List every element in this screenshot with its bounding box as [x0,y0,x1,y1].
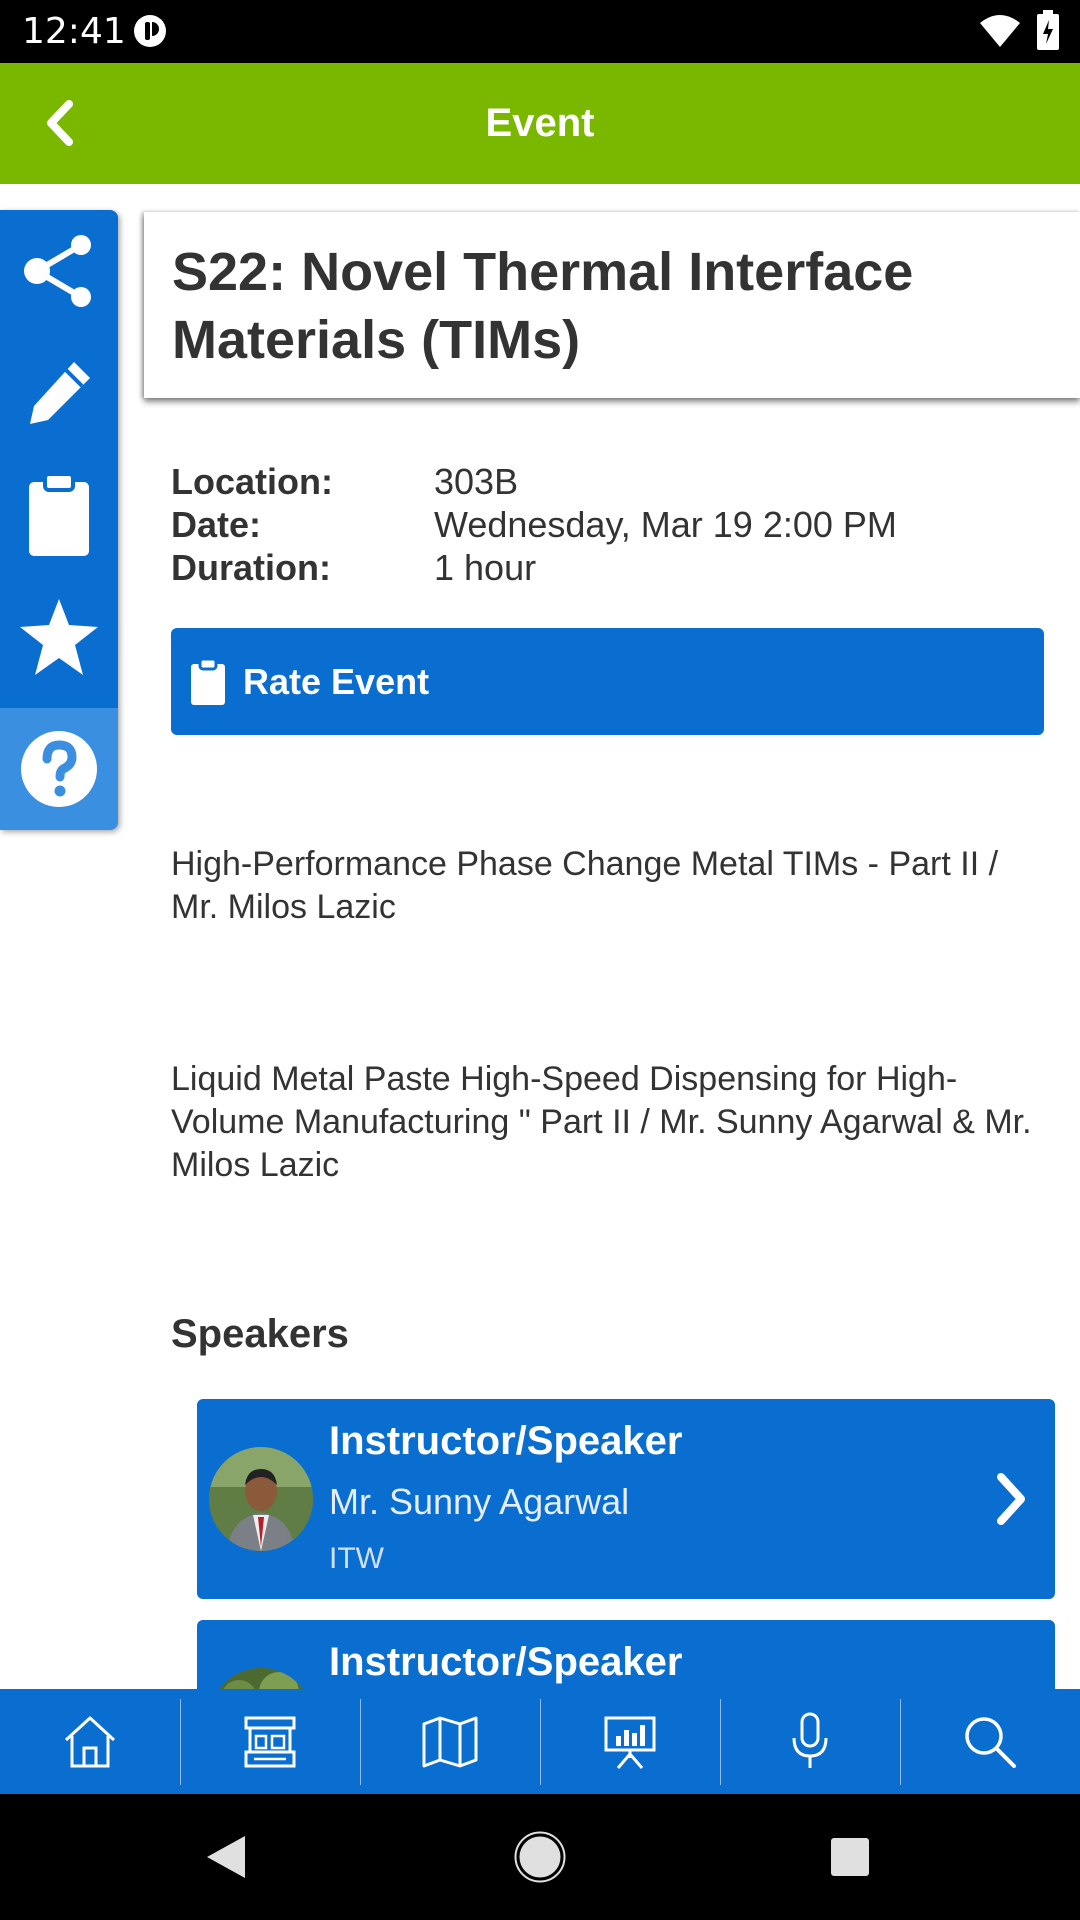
speaker-role: Instructor/Speaker [329,1640,683,1684]
rate-event-label: Rate Event [243,660,430,702]
speaker-name: Mr. Sunny Agarwal [329,1481,630,1522]
bottom-nav [0,1689,1080,1794]
circle-home-icon [514,1831,566,1883]
chevron-right-icon [997,1473,1025,1525]
wifi-icon [980,15,1020,47]
event-details: Location: 303B Date: Wednesday, Mar 19 2… [171,460,1051,589]
favorite-button[interactable] [0,576,118,698]
clipboard-icon [191,657,225,705]
event-title-card: S22: Novel Thermal Interface Materials (… [144,212,1080,398]
chevron-left-icon [47,100,73,146]
speakers-heading: Speakers [171,1312,349,1356]
help-icon [21,731,97,807]
notification-icon [134,15,166,47]
side-toolbar [0,210,118,830]
system-back-button[interactable] [166,1794,286,1920]
exhibitor-booth-icon [244,1716,296,1767]
detail-value: 303B [434,461,519,502]
detail-label: Date: [171,504,262,545]
share-icon [24,235,91,307]
status-bar: 12:41 [0,0,1080,63]
event-description: High-Performance Phase Change Metal TIMs… [171,845,999,926]
speaker-organization: ITW [329,1542,384,1575]
triangle-back-icon [207,1836,245,1878]
event-title: S22: Novel Thermal Interface Materials (… [172,242,914,370]
page-title: Event [485,101,595,145]
system-home-button[interactable] [480,1794,600,1920]
detail-label: Location: [171,461,333,502]
map-icon [422,1716,478,1767]
detail-location: Location: 303B [171,460,1051,503]
nav-exhibitors[interactable] [180,1689,360,1794]
search-icon [965,1716,1016,1768]
speaker-card[interactable]: Instructor/Speaker Mr. Sunny Agarwal ITW [197,1399,1055,1599]
square-recents-icon [831,1838,869,1876]
nav-map[interactable] [360,1689,540,1794]
presentation-icon [604,1716,656,1769]
status-time: 12:41 [22,11,126,52]
nav-sessions[interactable] [540,1689,720,1794]
speaker-photo [209,1447,313,1551]
battery-icon [1037,10,1059,50]
home-icon [64,1716,116,1767]
app-bar: Event [0,63,1080,184]
clipboard-icon [29,472,89,556]
event-description: Liquid Metal Paste High-Speed Dispensing… [171,1060,1032,1184]
nav-search[interactable] [900,1689,1080,1794]
rate-event-button[interactable]: Rate Event [171,628,1044,735]
detail-date: Date: Wednesday, Mar 19 2:00 PM [171,503,1051,546]
avatar [209,1447,313,1551]
notes-button[interactable] [0,332,118,454]
detail-label: Duration: [171,547,331,588]
share-button[interactable] [0,210,118,332]
detail-value: 1 hour [434,547,537,588]
detail-duration: Duration: 1 hour [171,546,1051,589]
system-recents-button[interactable] [790,1794,910,1920]
back-button[interactable] [30,93,90,153]
edit-icon [30,362,90,424]
detail-value: Wednesday, Mar 19 2:00 PM [434,504,897,545]
survey-button[interactable] [0,454,118,576]
nav-home[interactable] [0,1689,180,1794]
speaker-role: Instructor/Speaker [329,1419,683,1463]
help-button[interactable] [0,708,118,830]
nav-speakers[interactable] [720,1689,900,1794]
star-icon [20,599,98,675]
microphone-icon [792,1712,828,1768]
system-nav-bar [0,1794,1080,1920]
